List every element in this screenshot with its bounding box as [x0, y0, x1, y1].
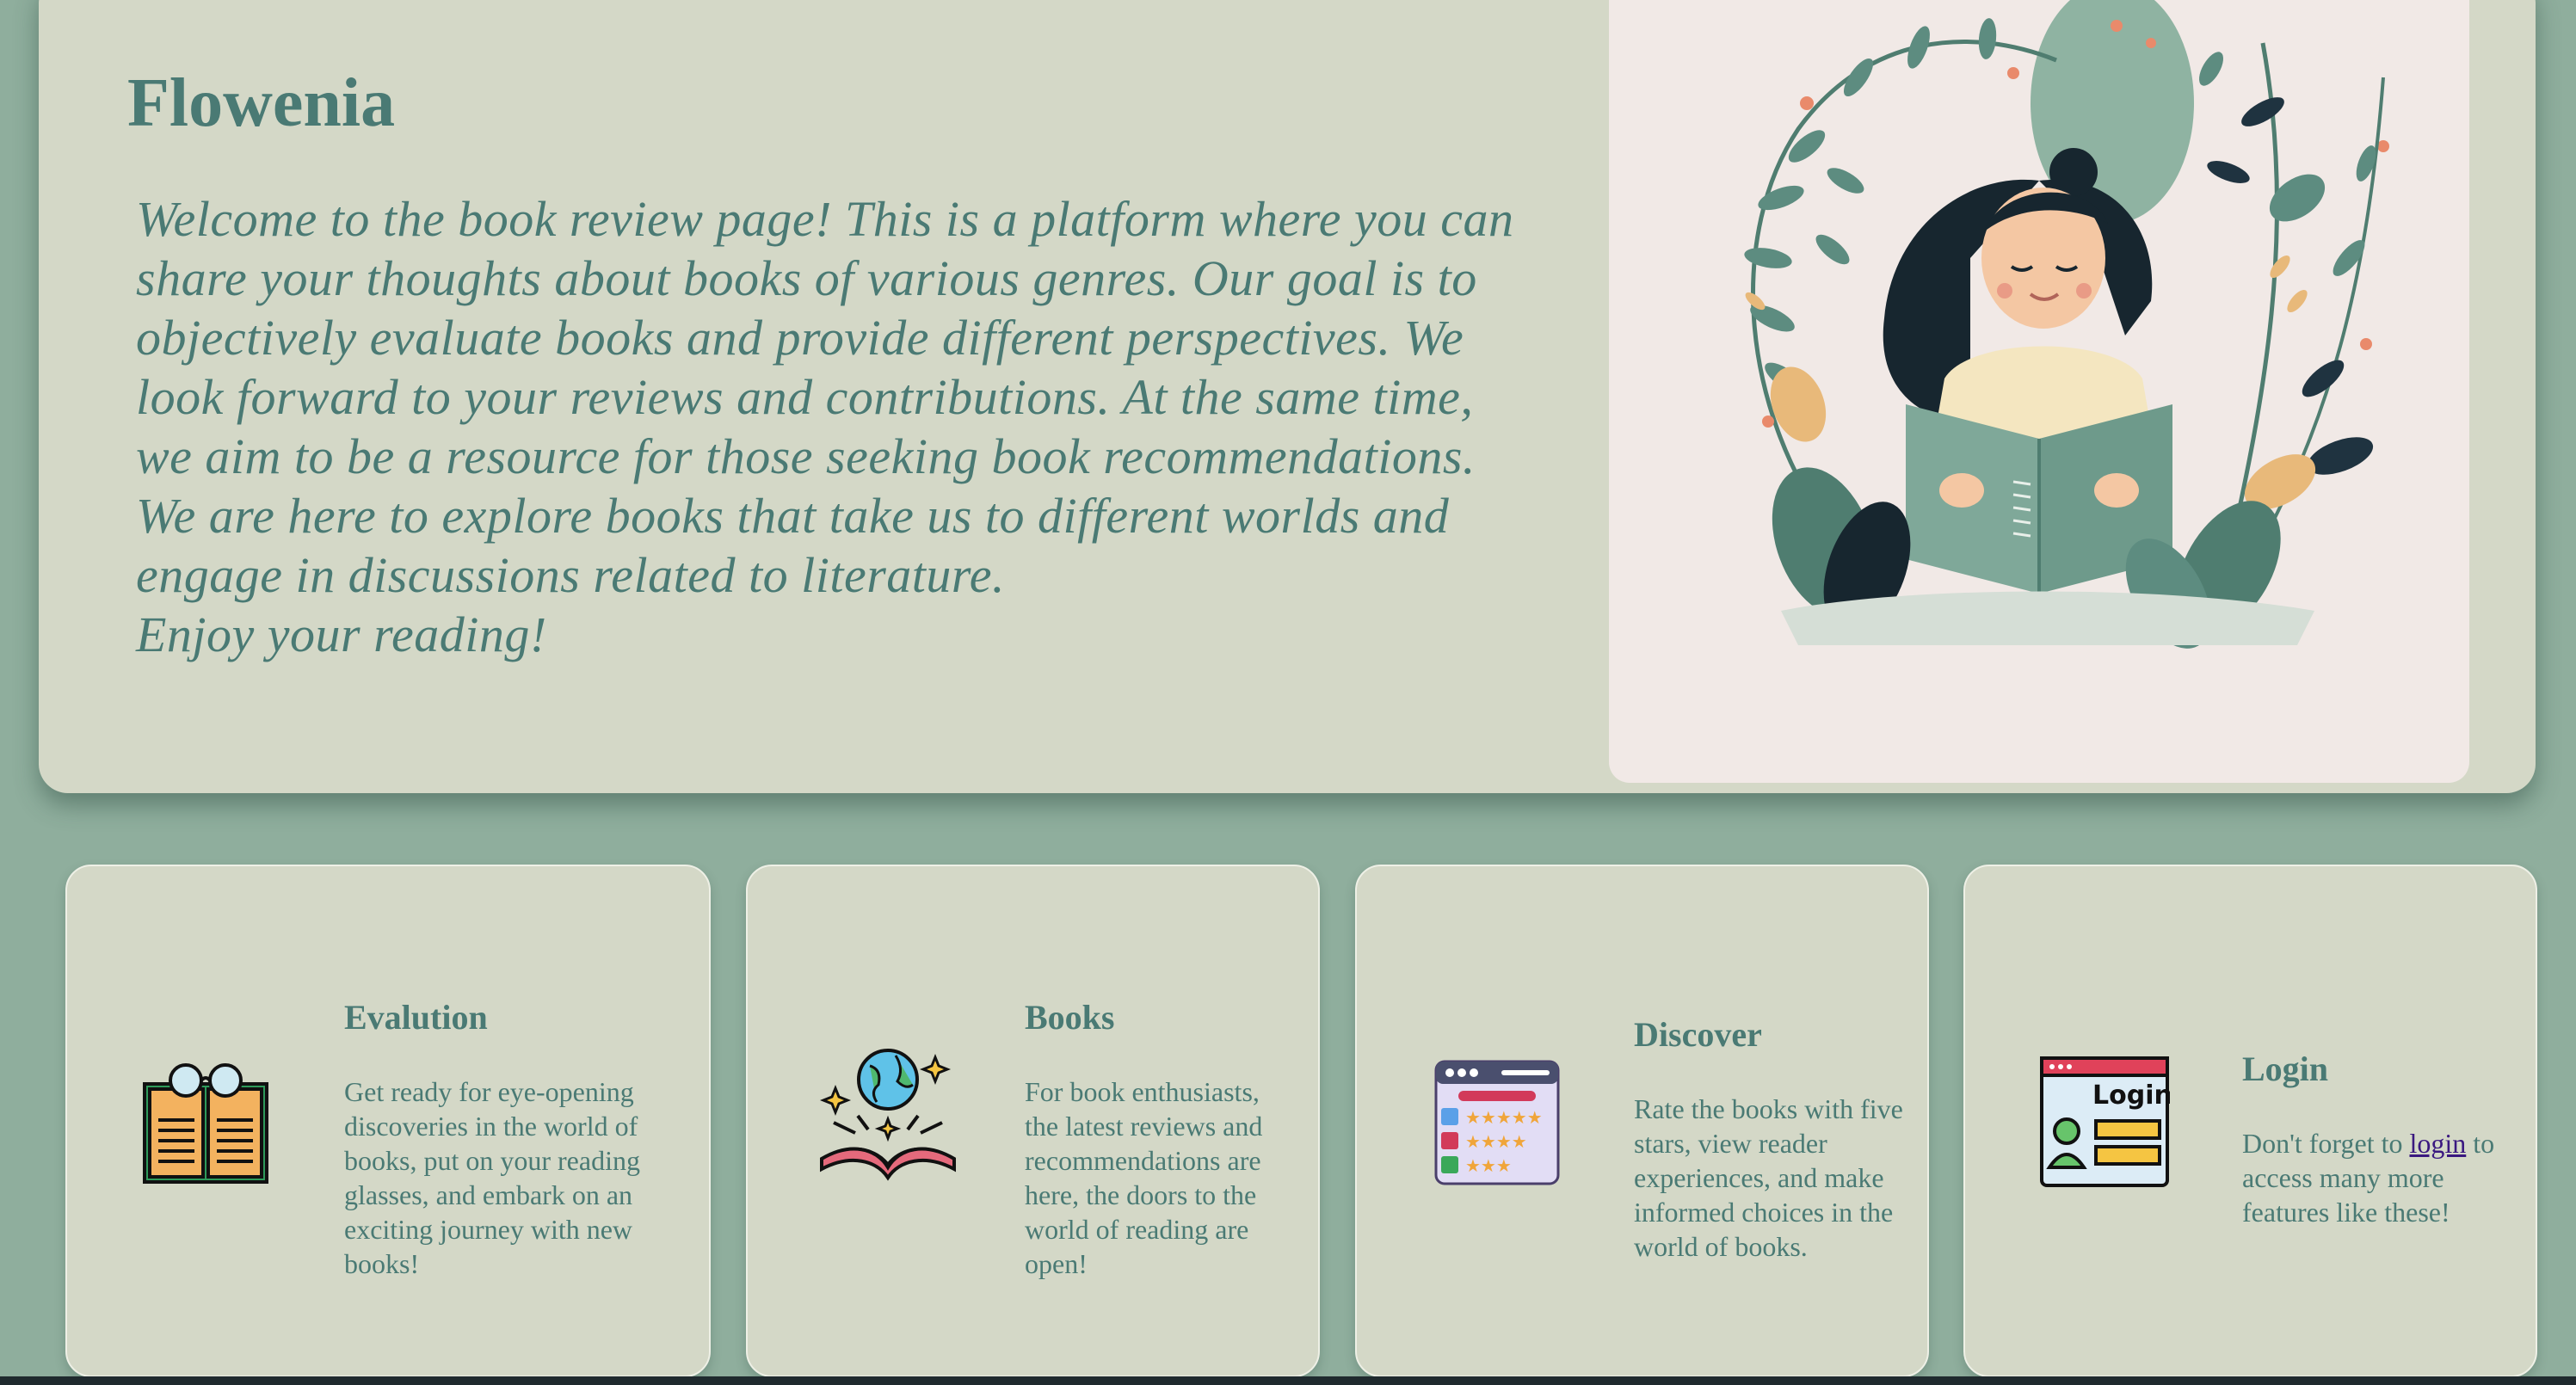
site-title: Flowenia: [127, 65, 396, 141]
open-book-glasses-icon: [143, 1063, 268, 1184]
login-card[interactable]: Login Login Don't forget to login to acc…: [1963, 865, 2537, 1377]
welcome-line: look forward to your reviews and contrib…: [136, 369, 1474, 425]
card-description: Don't forget to login to access many mor…: [2242, 1128, 2495, 1228]
login-text-before: Don't forget to: [2242, 1128, 2403, 1159]
reading-girl-illustration: [1609, 0, 2469, 783]
card-title: Login: [2242, 1050, 2329, 1088]
login-link[interactable]: login: [2409, 1128, 2466, 1159]
welcome-line: engage in discussions related to literat…: [136, 547, 1006, 603]
login-text-after: to: [2473, 1128, 2495, 1159]
card-description: Get ready for eye-opening discoveries in…: [344, 1076, 640, 1279]
books-card[interactable]: Books For book enthusiasts, the latest r…: [746, 865, 1320, 1377]
login-icon-label: Login: [2092, 1080, 2170, 1111]
welcome-line: objectively evaluate books and provide d…: [136, 310, 1464, 366]
globe-book-icon: [819, 1049, 956, 1181]
card-title: Books: [1025, 998, 1115, 1037]
welcome-line: share your thoughts about books of vario…: [136, 250, 1477, 306]
svg-text:★★★: ★★★: [1465, 1155, 1512, 1176]
reading-girl-illustration-svg: [1744, 0, 2389, 649]
welcome-line: Enjoy your reading!: [136, 606, 547, 662]
card-description: Rate the books with five stars, view rea…: [1634, 1093, 1903, 1262]
card-title: Discover: [1634, 1015, 1762, 1054]
discover-card[interactable]: ★★★★★ ★★★★ ★★★ Discover Rate the books w…: [1355, 865, 1929, 1377]
window-bottom-edge: [0, 1376, 2576, 1385]
welcome-line: We are here to explore books that take u…: [136, 488, 1450, 544]
svg-text:★★★★★: ★★★★★: [1465, 1107, 1543, 1128]
welcome-line: we aim to be a resource for those seekin…: [136, 428, 1476, 484]
hero-panel: Flowenia Welcome to the book review page…: [39, 0, 2536, 793]
welcome-line: Welcome to the book review page! This is…: [136, 191, 1514, 247]
evaluation-card[interactable]: Evalution Get ready for eye-opening disc…: [65, 865, 711, 1377]
svg-text:★★★★: ★★★★: [1465, 1131, 1527, 1152]
login-window-icon: Login: [2040, 1056, 2170, 1187]
card-title: Evalution: [344, 998, 488, 1037]
card-description: For book enthusiasts, the latest reviews…: [1025, 1076, 1263, 1279]
rating-list-icon: ★★★★★ ★★★★ ★★★: [1434, 1060, 1560, 1185]
welcome-text: Welcome to the book review page! This is…: [136, 189, 1549, 664]
